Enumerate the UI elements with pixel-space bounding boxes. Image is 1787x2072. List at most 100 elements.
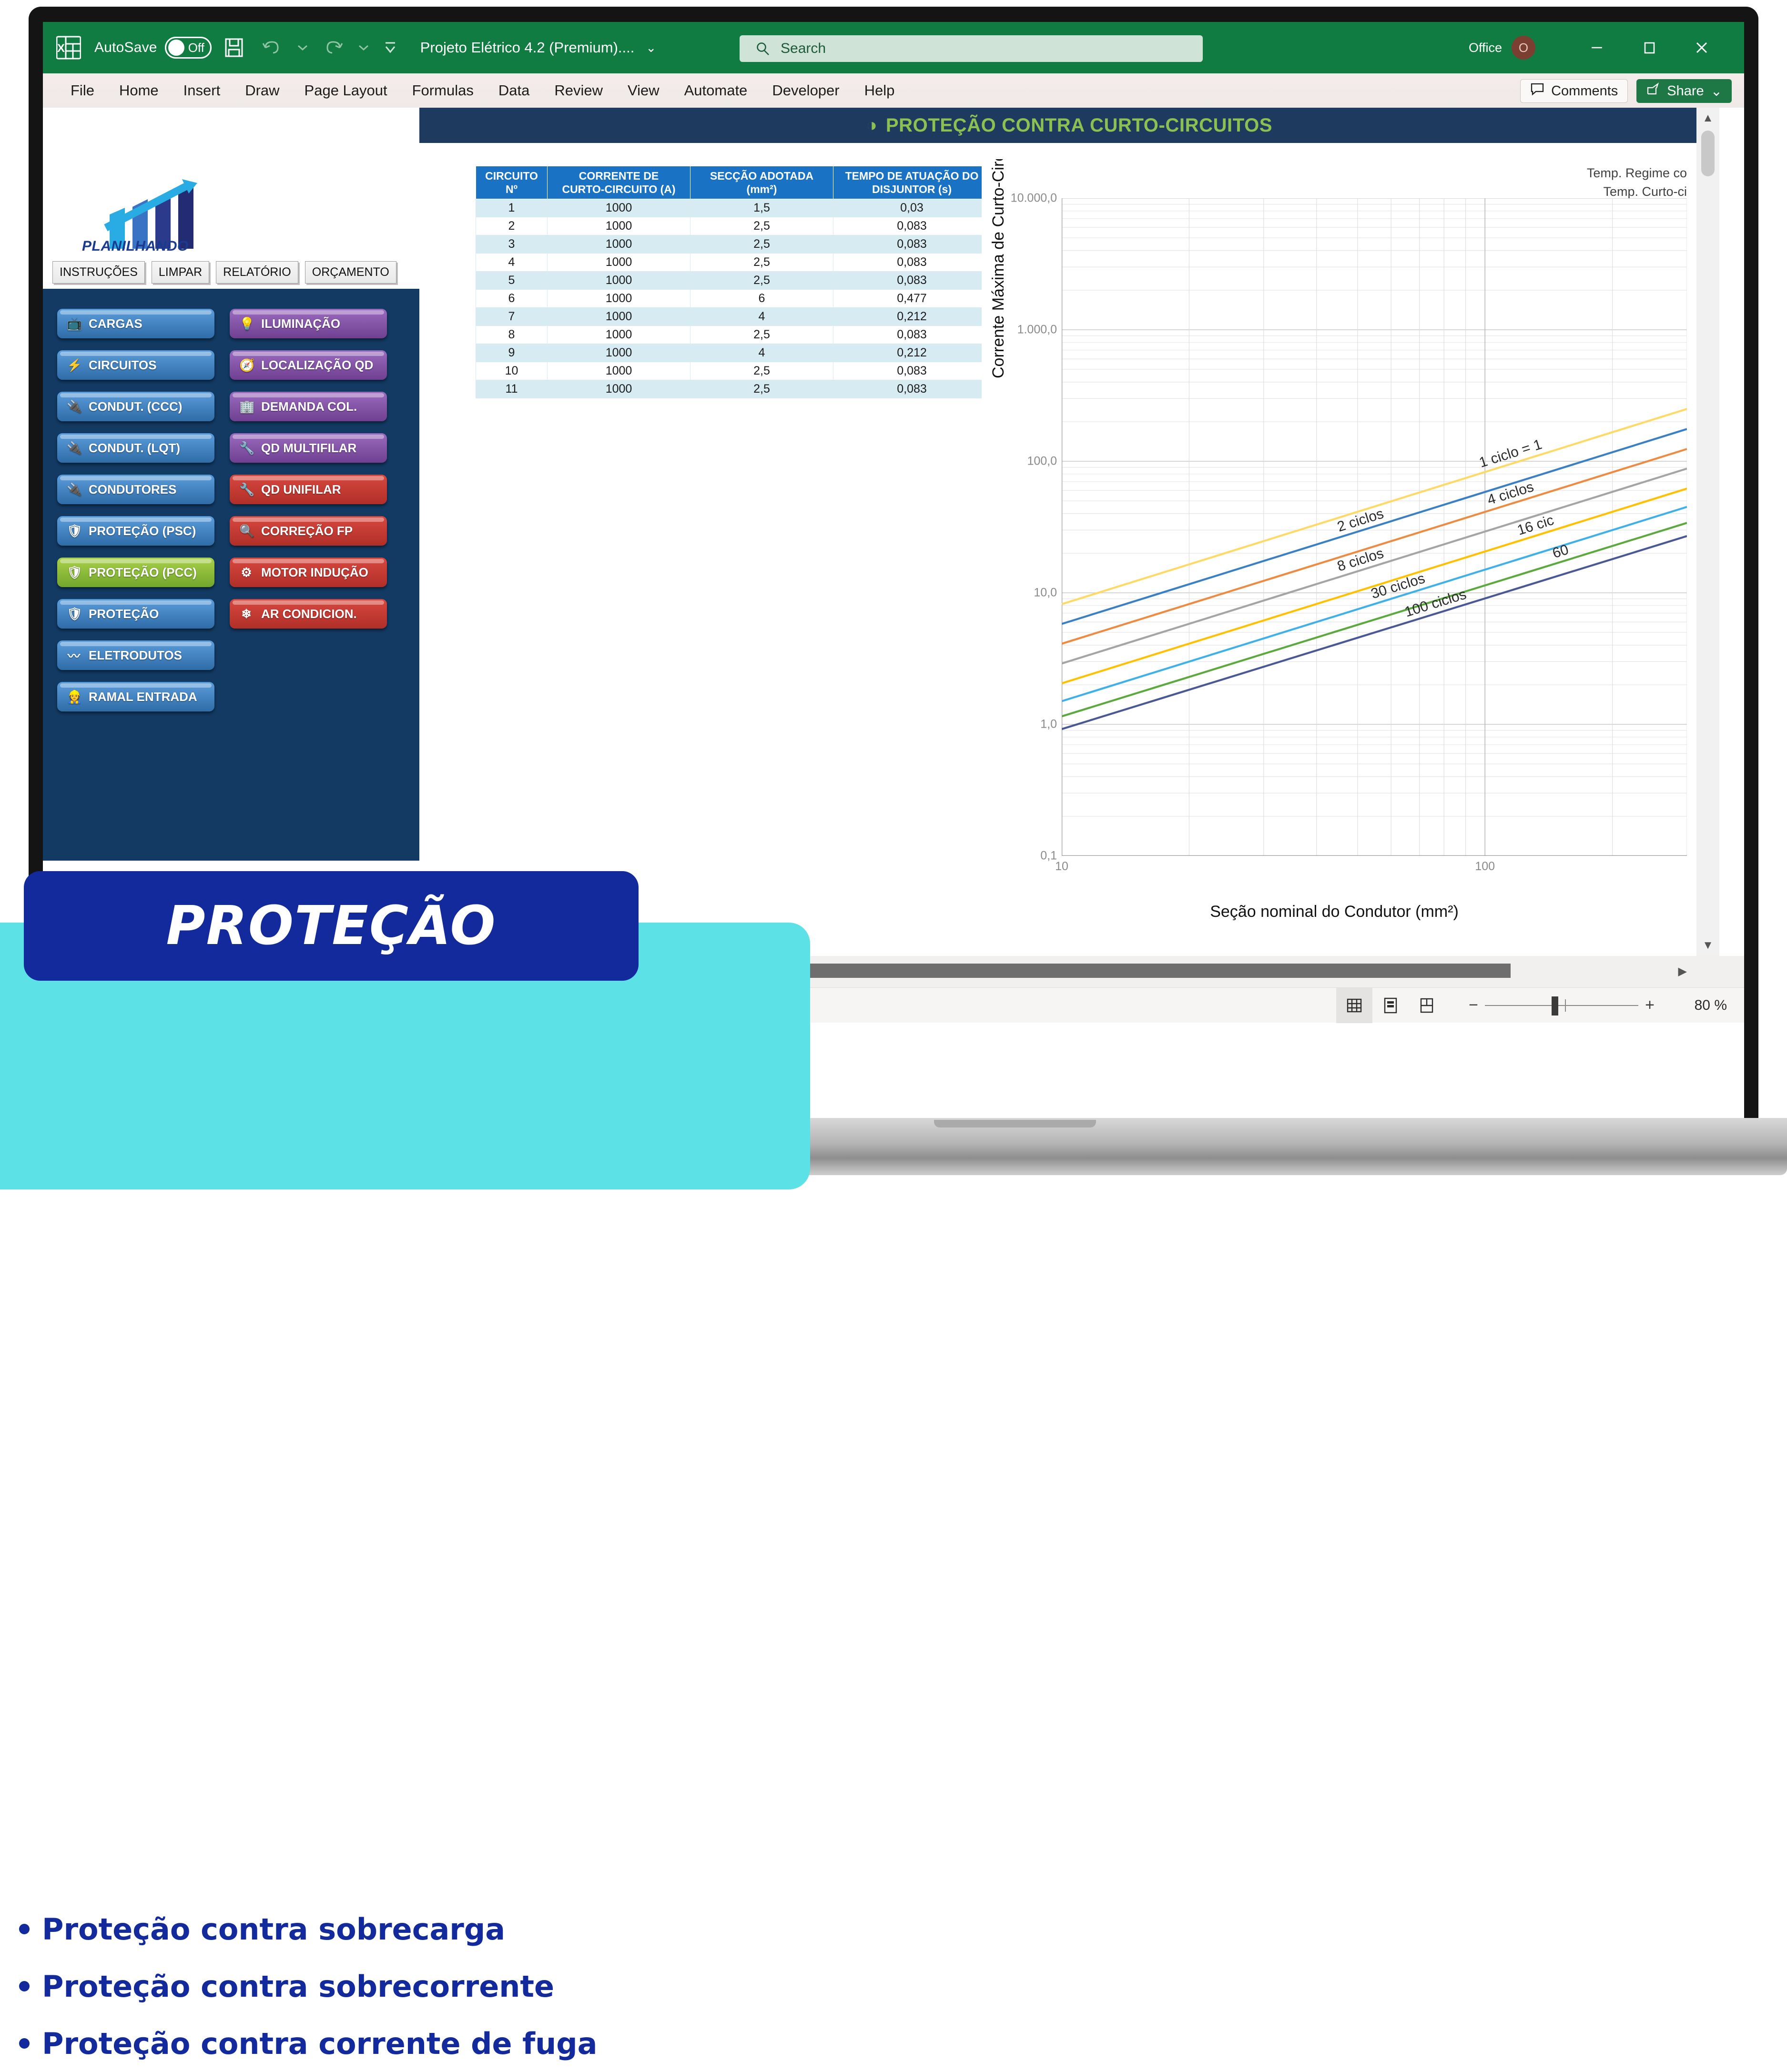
vertical-scroll-thumb[interactable] [1701,131,1715,176]
table-cell[interactable]: 8 [476,325,548,345]
maximize-button[interactable] [1623,22,1675,73]
table-cell[interactable]: 1000 [547,235,690,254]
col-header-corrente[interactable]: CORRENTE DE CURTO-CIRCUITO (A) [547,165,690,200]
table-cell[interactable]: 0,212 [833,344,991,363]
search-box[interactable]: Search [740,35,1203,62]
table-cell[interactable]: 11 [476,380,548,399]
table-row[interactable]: 10 1000 2,5 0,083 [476,362,991,381]
tab-help[interactable]: Help [852,82,907,99]
table-cell[interactable]: 1000 [547,199,690,218]
table-cell[interactable]: 4 [690,307,833,326]
tab-page-layout[interactable]: Page Layout [292,82,400,99]
document-title[interactable]: Projeto Elétrico 4.2 (Premium).... [420,39,635,56]
table-row[interactable]: 4 1000 2,5 0,083 [476,253,991,272]
table-row[interactable]: 2 1000 2,5 0,083 [476,217,991,236]
table-row[interactable]: 7 1000 4 0,212 [476,307,991,326]
orcamento-button[interactable]: ORÇAMENTO [305,261,396,284]
table-row[interactable]: 5 1000 2,5 0,083 [476,271,991,290]
sidebar-item-demanda-col[interactable]: 🏢 DEMANDA COL. [230,392,387,421]
zoom-level-value[interactable]: 80 % [1675,997,1727,1014]
table-cell[interactable]: 1000 [547,217,690,236]
autosave-toggle[interactable]: Off [164,37,212,59]
comments-button[interactable]: Comments [1520,79,1628,103]
table-cell[interactable]: 2,5 [690,362,833,381]
table-row[interactable]: 6 1000 6 0,477 [476,289,991,308]
redo-icon[interactable] [317,32,349,63]
sidebar-item-ilumina-o[interactable]: 💡 ILUMINAÇÃO [230,309,387,338]
table-cell[interactable]: 4 [690,344,833,363]
sidebar-item-ramal-entrada[interactable]: 👷 RAMAL ENTRADA [57,682,214,711]
close-button[interactable] [1675,22,1728,73]
save-icon[interactable] [218,32,250,63]
table-cell[interactable]: 0,083 [833,235,991,254]
zoom-slider-handle[interactable] [1552,996,1558,1016]
scroll-down-arrow-icon[interactable]: ▼ [1696,935,1719,956]
sidebar-item-localiza-o-qd[interactable]: 🧭 LOCALIZAÇÃO QD [230,350,387,380]
table-cell[interactable]: 2,5 [690,235,833,254]
table-cell[interactable]: 0,083 [833,271,991,290]
table-row[interactable]: 3 1000 2,5 0,083 [476,235,991,254]
sidebar-item-eletrodutos[interactable]: 〰 ELETRODUTOS [57,640,214,670]
table-cell[interactable]: 10 [476,362,548,381]
zoom-slider[interactable] [1485,988,1638,1023]
table-cell[interactable]: 5 [476,271,548,290]
tab-review[interactable]: Review [542,82,615,99]
zoom-in-button[interactable]: + [1638,996,1661,1015]
col-header-seccao[interactable]: SECÇÃO ADOTADA (mm²) [690,165,833,200]
tab-data[interactable]: Data [486,82,542,99]
tab-file[interactable]: File [58,82,107,99]
table-cell[interactable]: 0,083 [833,380,991,399]
table-cell[interactable]: 2,5 [690,325,833,345]
table-cell[interactable]: 3 [476,235,548,254]
table-cell[interactable]: 1000 [547,362,690,381]
tab-developer[interactable]: Developer [760,82,852,99]
tab-formulas[interactable]: Formulas [400,82,486,99]
table-cell[interactable]: 6 [476,289,548,308]
redo-chevron-down-icon[interactable] [355,32,372,63]
table-cell[interactable]: 0,477 [833,289,991,308]
page-break-icon[interactable] [1409,988,1445,1023]
sidebar-item-cargas[interactable]: 📺 CARGAS [57,309,214,338]
sidebar-item-prote-o-pcc[interactable]: 🛡 PROTEÇÃO (PCC) [57,558,214,587]
table-cell[interactable]: 6 [690,289,833,308]
table-cell[interactable]: 9 [476,344,548,363]
tab-view[interactable]: View [615,82,672,99]
avatar[interactable]: O [1512,36,1535,60]
sidebar-item-prote-o[interactable]: 🛡 PROTEÇÃO [57,599,214,629]
table-cell[interactable]: 0,083 [833,253,991,272]
table-cell[interactable]: 1000 [547,380,690,399]
table-cell[interactable]: 0,212 [833,307,991,326]
table-cell[interactable]: 0,083 [833,325,991,345]
table-cell[interactable]: 7 [476,307,548,326]
table-cell[interactable]: 1000 [547,307,690,326]
sidebar-item-condutores[interactable]: 🔌 CONDUTORES [57,475,214,504]
page-layout-icon[interactable] [1372,988,1409,1023]
table-cell[interactable]: 1000 [547,344,690,363]
scroll-up-arrow-icon[interactable]: ▲ [1696,108,1719,129]
tab-automate[interactable]: Automate [672,82,760,99]
table-cell[interactable]: 1,5 [690,199,833,218]
undo-icon[interactable] [256,32,288,63]
table-cell[interactable]: 1000 [547,289,690,308]
table-row[interactable]: 8 1000 2,5 0,083 [476,325,991,345]
sidebar-item-prote-o-psc[interactable]: 🛡 PROTEÇÃO (PSC) [57,516,214,546]
sidebar-item-corre-o-fp[interactable]: 🔍 CORREÇÃO FP [230,516,387,546]
sidebar-item-condut-ccc[interactable]: 🔌 CONDUT. (CCC) [57,392,214,421]
sidebar-item-qd-unifilar[interactable]: 🔧 QD UNIFILAR [230,475,387,504]
document-title-chevron-down-icon[interactable]: ⌄ [646,41,656,55]
minimize-button[interactable] [1571,22,1623,73]
normal-view-icon[interactable] [1336,987,1372,1023]
vertical-scrollbar[interactable]: ▲ ▼ [1696,108,1719,956]
limpar-button[interactable]: LIMPAR [151,261,210,284]
undo-chevron-down-icon[interactable] [294,32,311,63]
table-cell[interactable]: 2,5 [690,271,833,290]
tab-insert[interactable]: Insert [171,82,233,99]
table-row[interactable]: 11 1000 2,5 0,083 [476,380,991,399]
table-cell[interactable]: 1000 [547,253,690,272]
scroll-right-arrow-icon[interactable]: ▶ [1678,965,1687,978]
tab-draw[interactable]: Draw [233,82,292,99]
instrucoes-button[interactable]: INSTRUÇÕES [52,261,145,284]
table-row[interactable]: 1 1000 1,5 0,03 [476,199,991,218]
table-cell[interactable]: 2,5 [690,253,833,272]
relatorio-button[interactable]: RELATÓRIO [216,261,298,284]
